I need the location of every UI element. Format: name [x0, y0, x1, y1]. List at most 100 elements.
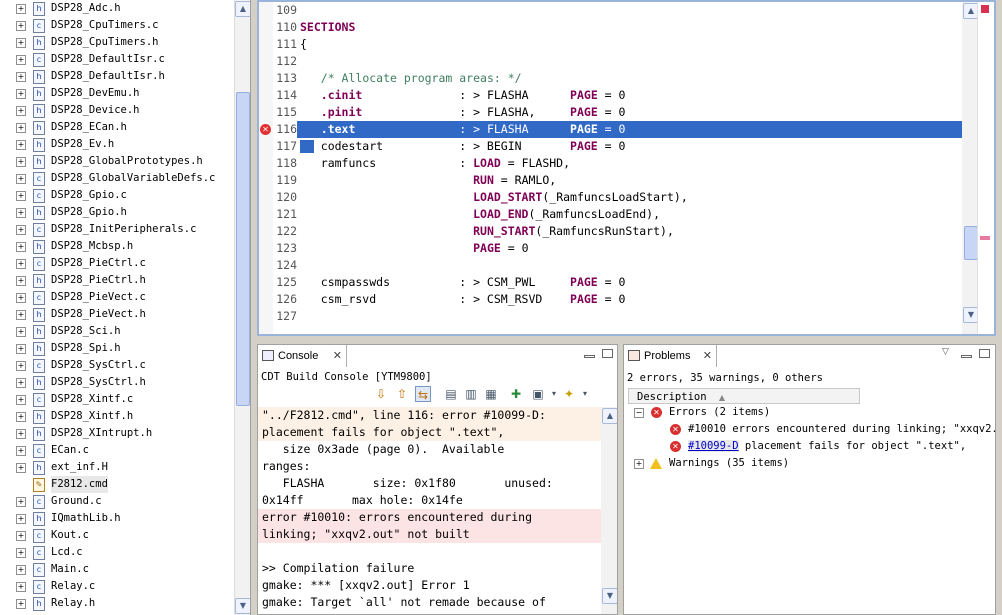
overview-ruler[interactable] — [977, 2, 994, 334]
expand-icon[interactable]: + — [16, 531, 26, 541]
code-line[interactable]: 126 csm_rsvd : > CSM_RSVD PAGE = 0 — [273, 291, 963, 308]
expand-icon[interactable]: + — [16, 140, 26, 150]
code-line[interactable]: 114 .cinit : > FLASHA PAGE = 0 — [273, 87, 963, 104]
code-line[interactable]: 123 PAGE = 0 — [273, 240, 963, 257]
expand-icon[interactable]: + — [16, 276, 26, 286]
scroll-down-button[interactable]: ▼ — [602, 588, 617, 604]
tree-item[interactable]: + h DSP28_Ev.h — [0, 136, 234, 153]
expand-icon[interactable]: + — [16, 310, 26, 320]
tree-item[interactable]: + h DSP28_SysCtrl.h — [0, 374, 234, 391]
tree-item[interactable]: + h DSP28_DefaultIsr.h — [0, 68, 234, 85]
tree-item[interactable]: + c Kout.c — [0, 527, 234, 544]
tree-item[interactable]: + h DSP28_Sci.h — [0, 323, 234, 340]
expand-icon[interactable]: + — [16, 463, 26, 473]
problem-row[interactable]: ✕ #10099-D placement fails for object ".… — [624, 438, 995, 455]
close-icon[interactable]: ✕ — [703, 345, 712, 367]
tree-item[interactable]: + c DSP28_GlobalVariableDefs.c — [0, 170, 234, 187]
code-line[interactable]: 112 — [273, 53, 963, 70]
tab-problems[interactable]: Problems ✕ — [624, 345, 717, 367]
expand-icon[interactable]: + — [16, 429, 26, 439]
tree-item[interactable]: + c DSP28_DefaultIsr.c — [0, 51, 234, 68]
errors-group-row[interactable]: − ✕ Errors (2 items) — [624, 404, 984, 421]
tree-item[interactable]: + c Relay.c — [0, 578, 234, 595]
expand-icon[interactable]: + — [16, 344, 26, 354]
tree-item[interactable]: + h IQmathLib.h — [0, 510, 234, 527]
expand-icon[interactable]: + — [16, 361, 26, 371]
maximize-icon[interactable] — [602, 349, 613, 358]
view-menu-icon[interactable]: ▽ — [942, 347, 949, 357]
tree-item[interactable]: + c DSP28_CpuTimers.c — [0, 17, 234, 34]
code-line[interactable]: 118 ramfuncs : LOAD = FLASHD, — [273, 155, 963, 172]
expand-icon[interactable]: + — [16, 72, 26, 82]
tree-item[interactable]: + c Lcd.c — [0, 544, 234, 561]
expand-icon[interactable]: + — [16, 55, 26, 65]
expand-icon[interactable]: + — [16, 38, 26, 48]
expand-icon[interactable]: + — [16, 123, 26, 133]
tree-item[interactable]: + c Main.c — [0, 561, 234, 578]
expand-icon[interactable]: + — [16, 259, 26, 269]
display-console-icon[interactable]: ▣ — [530, 386, 546, 402]
expand-icon[interactable]: + — [16, 582, 26, 592]
code-line[interactable]: 122 RUN_START(_RamfuncsRunStart), — [273, 223, 963, 240]
expand-icon[interactable]: + — [16, 4, 26, 14]
scroll-down-button[interactable]: ▼ — [235, 598, 250, 614]
code-line[interactable]: 109 — [273, 2, 963, 19]
expand-icon[interactable]: + — [16, 395, 26, 405]
tree-item[interactable]: + h DSP28_ECan.h — [0, 119, 234, 136]
problem-row[interactable]: ✕ #10010 errors encountered during linki… — [624, 421, 995, 438]
expand-icon[interactable]: + — [16, 225, 26, 235]
warnings-group-row[interactable]: + Warnings (35 items) — [624, 455, 984, 472]
tree-item[interactable]: + h DSP28_PieCtrl.h — [0, 272, 234, 289]
code-line[interactable]: 115 .pinit : > FLASHA, PAGE = 0 — [273, 104, 963, 121]
tree-item[interactable]: + h DSP28_Mcbsp.h — [0, 238, 234, 255]
tree-item[interactable]: + c ECan.c — [0, 442, 234, 459]
tab-console[interactable]: Console ✕ — [258, 345, 347, 367]
tree-item[interactable]: + h DSP28_Xintf.h — [0, 408, 234, 425]
console-scrollbar[interactable]: ▲ ▼ — [601, 407, 617, 614]
next-error-icon[interactable]: ⇩ — [373, 386, 389, 402]
tree-item[interactable]: + c DSP28_Xintf.c — [0, 391, 234, 408]
console-output[interactable]: "../F2812.cmd", line 116: error #10099-D… — [258, 407, 601, 611]
scroll-up-button[interactable]: ▲ — [235, 1, 250, 17]
expand-icon[interactable]: + — [16, 497, 26, 507]
expand-icon[interactable]: + — [16, 21, 26, 31]
tree-item[interactable]: + h DSP28_Device.h — [0, 102, 234, 119]
expand-icon[interactable]: + — [16, 327, 26, 337]
code-line[interactable]: 124 — [273, 257, 963, 274]
expand-icon[interactable]: + — [16, 378, 26, 388]
error-overview-marker[interactable] — [981, 5, 989, 13]
tree-item[interactable]: + h ext_inf.H — [0, 459, 234, 476]
expand-icon[interactable]: + — [16, 446, 26, 456]
tree-item[interactable]: + c DSP28_PieCtrl.c — [0, 255, 234, 272]
code-line[interactable]: 117 codestart : > BEGIN PAGE = 0 — [273, 138, 963, 155]
code-line[interactable]: 113 /* Allocate program areas: */ — [273, 70, 963, 87]
tree-item[interactable]: + h DSP28_XIntrupt.h — [0, 425, 234, 442]
chevron-down-icon[interactable]: ▾ — [546, 386, 562, 402]
scroll-up-button[interactable]: ▲ — [602, 408, 617, 424]
previous-error-icon[interactable]: ⇧ — [394, 386, 410, 402]
remove-icon[interactable]: ▦ — [483, 386, 499, 402]
code-line[interactable]: 120 LOAD_START(_RamfuncsLoadStart), — [273, 189, 963, 206]
expand-icon[interactable]: + — [16, 89, 26, 99]
tree-item[interactable]: + h DSP28_Gpio.h — [0, 204, 234, 221]
expand-icon[interactable]: + — [16, 565, 26, 575]
editor-scrollbar[interactable]: ▲ ▼ — [962, 2, 979, 334]
code-line[interactable]: 111{ — [273, 36, 963, 53]
tree-item[interactable]: + c DSP28_PieVect.c — [0, 289, 234, 306]
code-line[interactable]: 116 .text : > FLASHA PAGE = 0 — [273, 121, 963, 138]
collapse-icon[interactable]: − — [634, 408, 644, 418]
tree-item[interactable]: + h Relay.h — [0, 595, 234, 612]
code-line[interactable]: 119 RUN = RAMLO, — [273, 172, 963, 189]
expand-icon[interactable]: + — [634, 459, 644, 469]
expand-icon[interactable]: + — [16, 548, 26, 558]
show-error-icon[interactable]: ⇆ — [415, 386, 431, 402]
tree-item[interactable]: + h DSP28_Spi.h — [0, 340, 234, 357]
code-line[interactable]: 127 — [273, 308, 963, 325]
tree-item[interactable]: + h DSP28_GlobalPrototypes.h — [0, 153, 234, 170]
expand-icon[interactable]: + — [16, 208, 26, 218]
expand-icon[interactable]: + — [16, 174, 26, 184]
expand-icon[interactable]: + — [16, 242, 26, 252]
close-icon[interactable]: ✕ — [333, 345, 342, 367]
expand-icon[interactable]: + — [16, 157, 26, 167]
expand-icon[interactable]: + — [16, 412, 26, 422]
